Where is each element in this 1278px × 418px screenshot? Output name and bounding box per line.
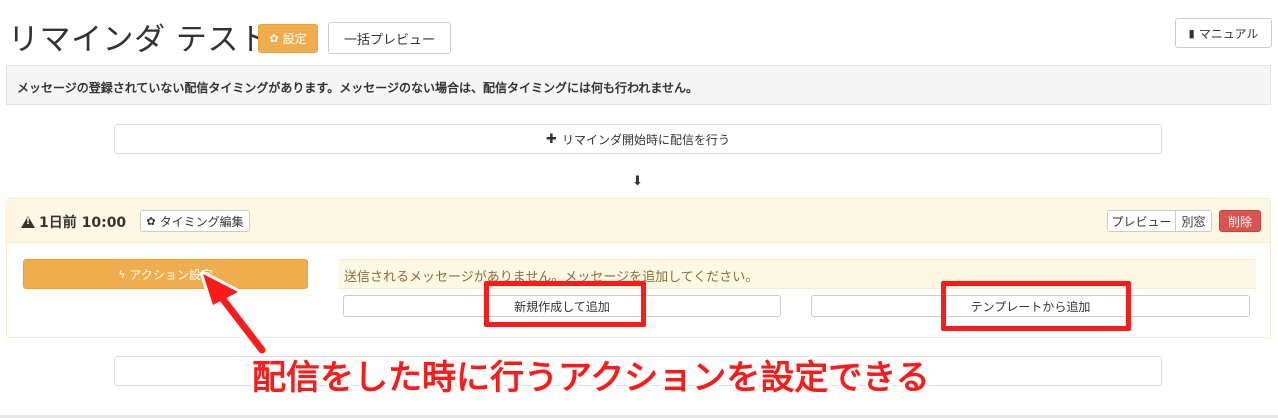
edit-timing-button[interactable]: ✿ タイミング編集 (140, 210, 250, 232)
bulk-preview-button[interactable]: 一括プレビュー (328, 22, 451, 54)
preview-button-group: プレビュー 別窓 (1107, 210, 1212, 232)
book-icon: ▮ (1188, 26, 1195, 40)
add-start-delivery-button[interactable]: ✚ リマインダ開始時に配信を行う (114, 124, 1162, 154)
bolt-icon: ϟ (118, 267, 126, 281)
timing-label-text: 1日前 10:00 (39, 215, 127, 231)
arrow-down-icon: ⬇ (632, 174, 643, 189)
notice-message: メッセージの登録されていない配信タイミングがあります。メッセージのない場合は、配… (6, 65, 1271, 105)
settings-button-label: 設定 (282, 32, 307, 46)
gear-icon: ✿ (269, 32, 279, 45)
manual-button-label: マニュアル (1198, 26, 1259, 41)
annotation-text: 配信をした時に行うアクションを設定できる (252, 358, 930, 398)
add-start-delivery-label: リマインダ開始時に配信を行う (561, 132, 730, 147)
highlight-new-button (484, 281, 646, 327)
preview-button[interactable]: プレビュー (1107, 210, 1176, 232)
highlight-template-button (941, 281, 1131, 331)
timing-label: 1日前 10:00 (21, 212, 126, 232)
manual-button[interactable]: ▮ マニュアル (1175, 18, 1272, 48)
gear-icon: ✿ (146, 214, 156, 228)
page-title: リマインダ テスト (8, 22, 271, 58)
delete-button[interactable]: 削除 (1219, 210, 1261, 232)
warning-icon (21, 216, 35, 228)
page-header: リマインダ テスト ✿ 設定 一括プレビュー ▮ マニュアル (0, 0, 1278, 62)
plus-icon: ✚ (546, 131, 557, 147)
edit-timing-label: タイミング編集 (159, 214, 244, 229)
timing-panel-heading: 1日前 10:00 ✿ タイミング編集 プレビュー 別窓 削除 (7, 199, 1270, 243)
settings-button[interactable]: ✿ 設定 (258, 24, 318, 53)
action-settings-label: アクション設定 (129, 267, 213, 282)
open-window-button[interactable]: 別窓 (1176, 210, 1212, 232)
action-settings-button[interactable]: ϟ アクション設定 (23, 259, 308, 289)
